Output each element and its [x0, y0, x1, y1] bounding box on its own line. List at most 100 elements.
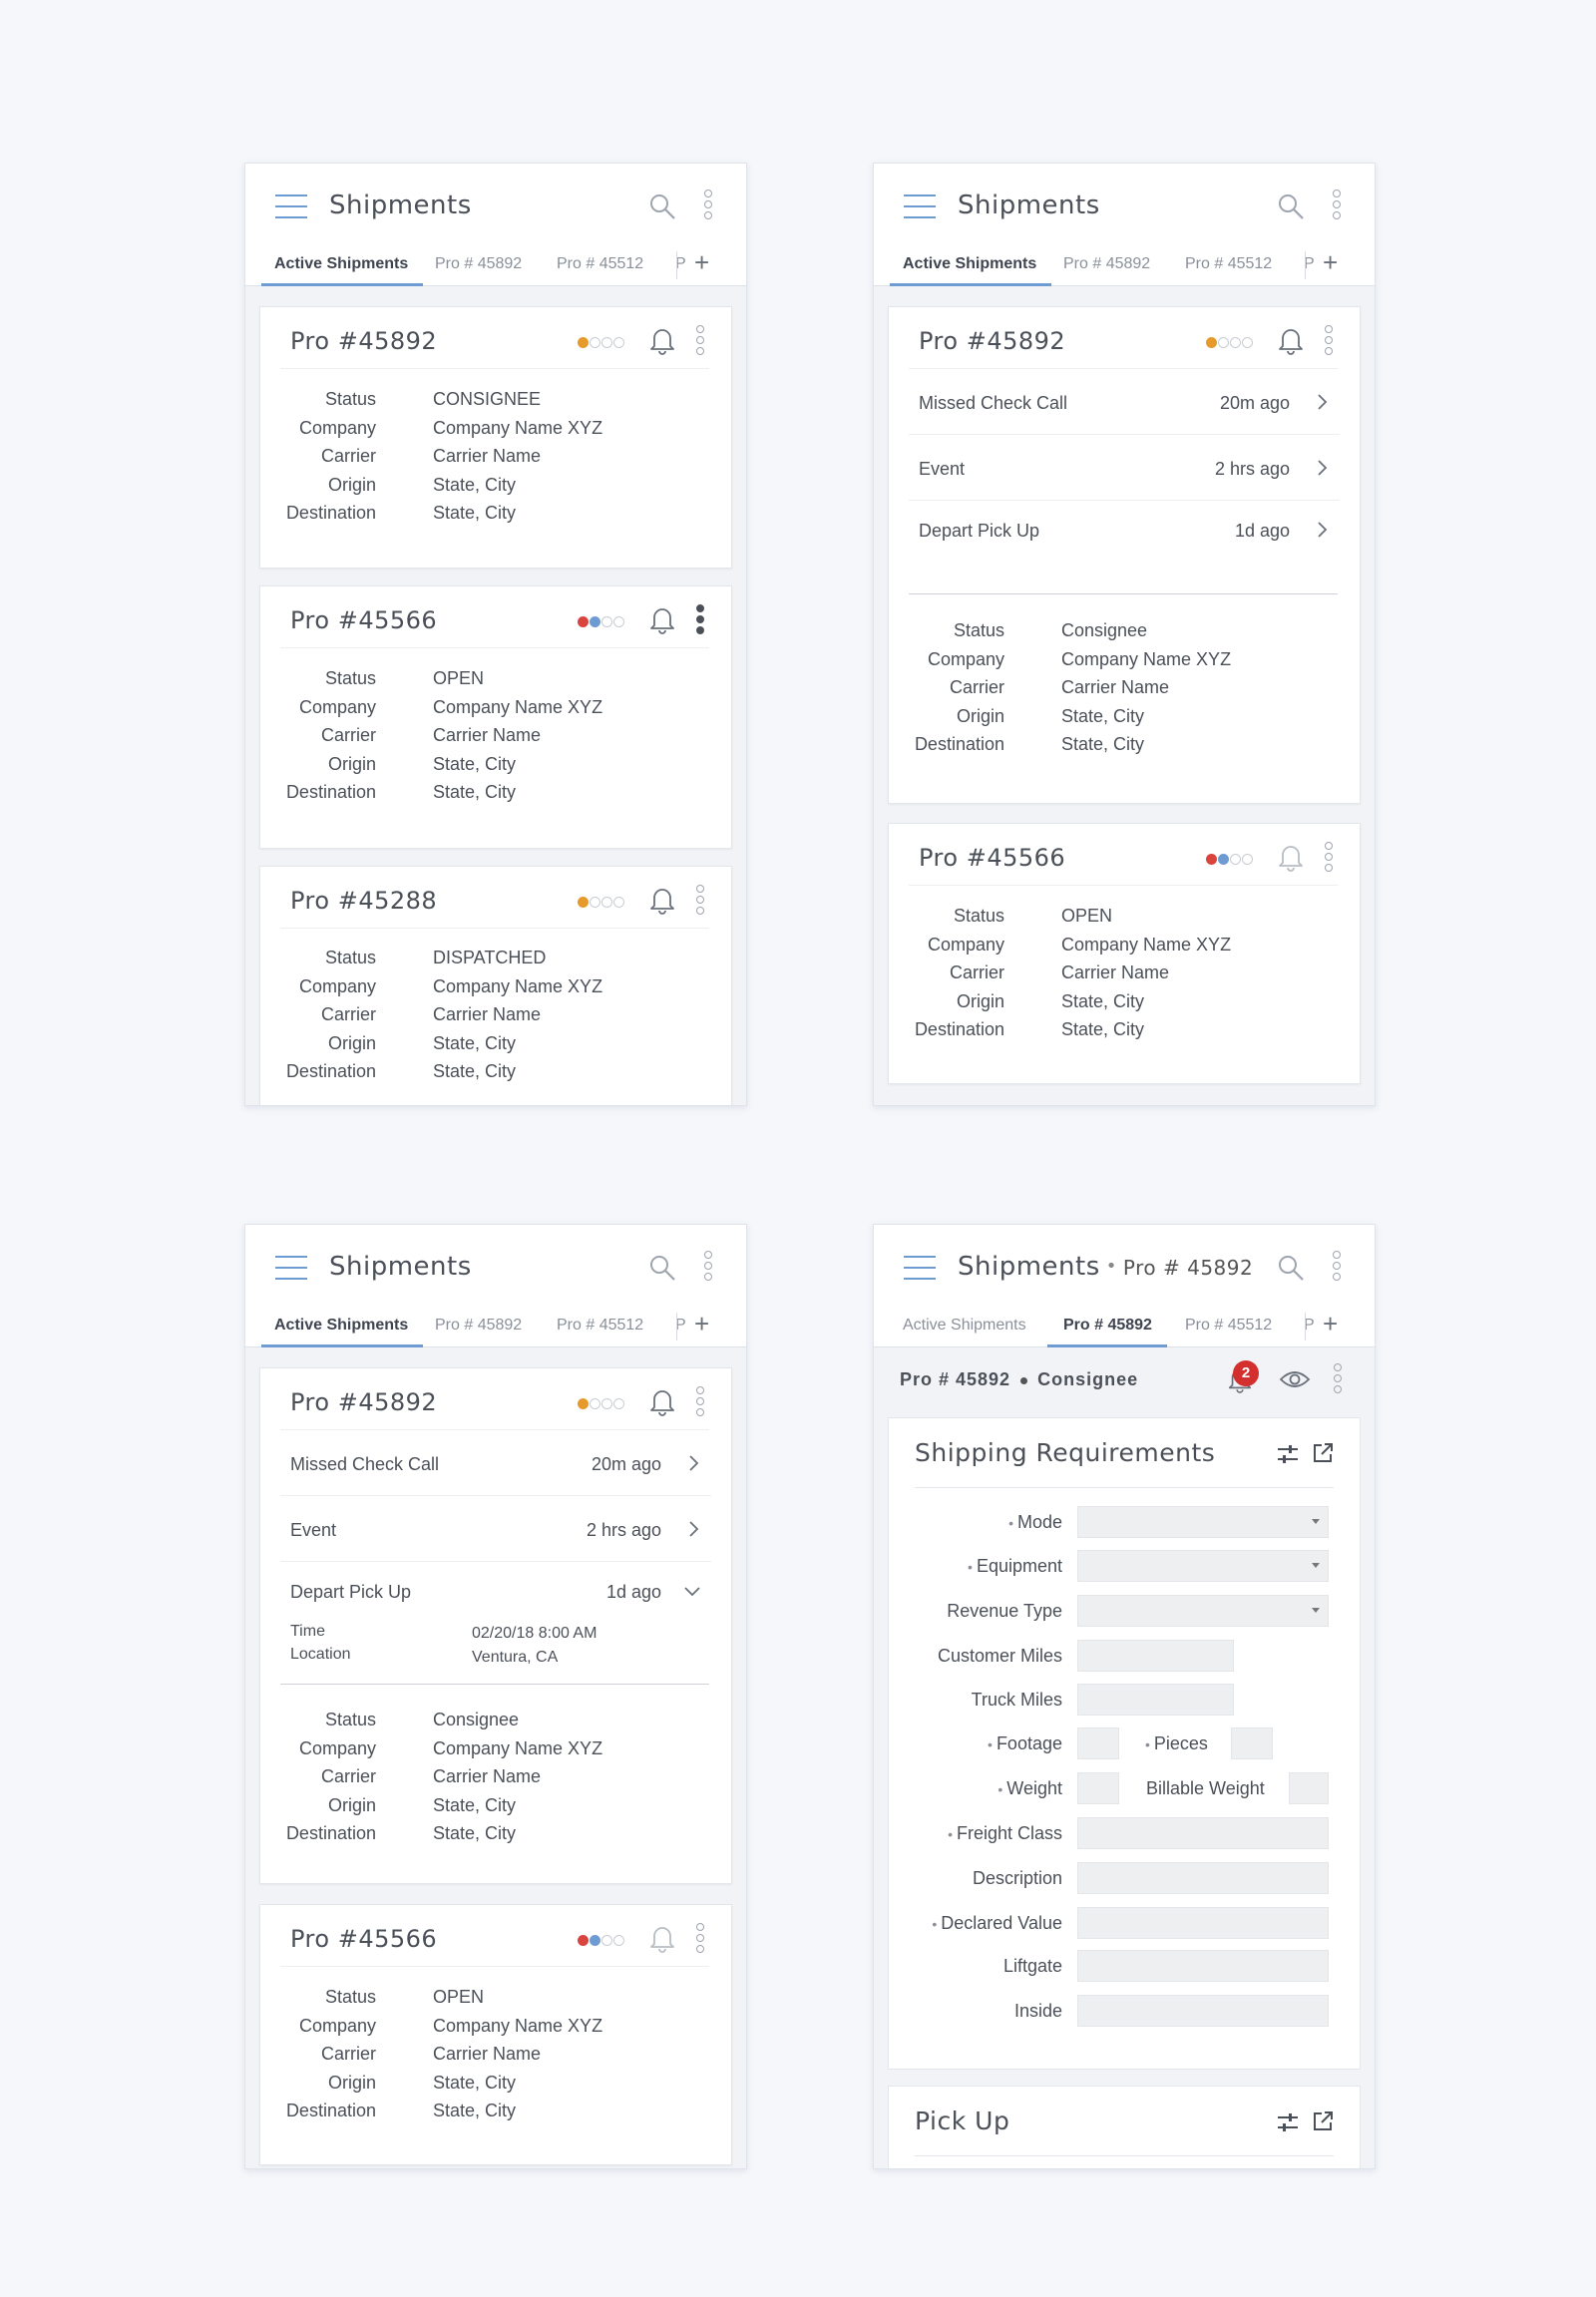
- card-menu-icon[interactable]: [695, 1386, 705, 1420]
- inside-input[interactable]: [1077, 1995, 1329, 2027]
- app-title: Shipments • Pro # 45892: [958, 1252, 1253, 1282]
- company-value: Company Name XYZ: [433, 1737, 603, 1758]
- shipment-card[interactable]: Pro #45566 Status OPEN Company Company Nam…: [259, 585, 732, 849]
- tab-active-shipments[interactable]: Active Shipments: [903, 1317, 1026, 1335]
- tab-active-shipments[interactable]: Active Shipments: [903, 255, 1036, 273]
- tab-pro-45512[interactable]: Pro # 45512: [557, 255, 643, 273]
- description-input[interactable]: [1077, 1862, 1329, 1894]
- bell-icon[interactable]: [1277, 842, 1305, 872]
- bell-icon[interactable]: [648, 325, 676, 355]
- open-external-icon[interactable]: [1312, 2110, 1334, 2132]
- card-menu-icon[interactable]: [695, 325, 705, 359]
- open-external-icon[interactable]: [1312, 1442, 1334, 1464]
- overflow-menu-icon[interactable]: [703, 190, 713, 223]
- bell-icon[interactable]: [648, 1386, 676, 1416]
- overflow-menu-icon[interactable]: [703, 1251, 713, 1285]
- event-time: 2 hrs ago: [1214, 459, 1290, 479]
- caret-down-icon: [1312, 1519, 1320, 1524]
- destination-value: State, City: [1061, 734, 1145, 755]
- tab-pro-45512[interactable]: Pro # 45512: [557, 1317, 643, 1335]
- sliders-icon[interactable]: [1276, 2110, 1300, 2134]
- search-icon[interactable]: [1276, 191, 1306, 221]
- bell-icon[interactable]: [648, 604, 676, 634]
- tab-pro-45892[interactable]: Pro # 45892: [1063, 255, 1150, 273]
- footage-input[interactable]: [1077, 1727, 1119, 1759]
- tab-pro-45892[interactable]: Pro # 45892: [435, 255, 522, 273]
- destination-label: Destination: [285, 2101, 376, 2121]
- equipment-select[interactable]: [1077, 1550, 1329, 1582]
- app-title: Shipments: [329, 1252, 472, 1282]
- tab-pro-45892[interactable]: Pro # 45892: [435, 1317, 522, 1335]
- origin-value: State, City: [433, 1032, 517, 1053]
- hamburger-menu-icon[interactable]: [904, 194, 936, 218]
- shipment-card[interactable]: Pro #45892 Status CONSIGNEE Company Compan…: [259, 306, 732, 569]
- details-list: Status DISPATCHED Company Company Name XYZ…: [280, 948, 719, 1090]
- company-label: Company: [298, 1737, 376, 1758]
- event-row[interactable]: Event 2 hrs ago: [909, 435, 1340, 501]
- event-label: Missed Check Call: [919, 393, 1068, 413]
- card-menu-icon[interactable]: [695, 885, 705, 919]
- equipment-label: • Equipment: [968, 1556, 1062, 1577]
- hamburger-menu-icon[interactable]: [904, 1256, 936, 1280]
- shipment-card-expanded[interactable]: Pro #45892 Missed Check Call 20m ago Eve…: [888, 306, 1361, 804]
- card-menu-icon[interactable]: [695, 1923, 705, 1957]
- overflow-menu-icon[interactable]: [1332, 1251, 1342, 1285]
- hamburger-menu-icon[interactable]: [275, 1256, 307, 1280]
- shipment-card[interactable]: Pro #45566 Status OPEN Company Company Nam…: [888, 823, 1361, 1084]
- mode-select[interactable]: [1077, 1506, 1329, 1538]
- origin-value: State, City: [433, 474, 517, 495]
- tab-active-shipments[interactable]: Active Shipments: [274, 1317, 408, 1335]
- add-tab-button[interactable]: +: [1323, 247, 1338, 278]
- event-row[interactable]: Missed Check Call 20m ago: [909, 369, 1340, 435]
- weight-input[interactable]: [1077, 1772, 1119, 1804]
- event-row[interactable]: Depart Pick Up 1d ago: [909, 497, 1340, 563]
- card-header: Pro #45892: [909, 307, 1338, 369]
- bell-icon[interactable]: [648, 1923, 676, 1953]
- event-row[interactable]: Event 2 hrs ago: [280, 1496, 711, 1562]
- card-title: Pro #45566: [290, 1925, 438, 1953]
- add-tab-button[interactable]: +: [694, 247, 709, 278]
- declared-value-input[interactable]: [1077, 1907, 1329, 1939]
- card-menu-icon[interactable]: [1324, 325, 1334, 359]
- add-tab-button[interactable]: +: [1323, 1309, 1338, 1340]
- notification-badge: 2: [1233, 1360, 1259, 1386]
- bell-icon[interactable]: [648, 885, 676, 915]
- hamburger-menu-icon[interactable]: [275, 194, 307, 218]
- tab-bar: Active Shipments Pro # 45892 Pro # 45512…: [245, 1303, 746, 1347]
- event-label: Depart Pick Up: [919, 521, 1040, 541]
- required-mark: •: [988, 1736, 993, 1753]
- freight-class-input[interactable]: [1077, 1817, 1329, 1849]
- eye-icon[interactable]: [1279, 1367, 1311, 1391]
- shipment-card[interactable]: Pro #45288 Status DISPATCHED Company Compa…: [259, 866, 732, 1105]
- tab-pro-45892[interactable]: Pro # 45892: [1063, 1317, 1152, 1335]
- shipment-card[interactable]: Pro #45566 Status OPEN Company Company Nam…: [259, 1904, 732, 2165]
- truck-miles-input[interactable]: [1077, 1684, 1234, 1716]
- company-value: Company Name XYZ: [433, 417, 603, 438]
- sliders-icon[interactable]: [1276, 1442, 1300, 1466]
- tab-active-shipments[interactable]: Active Shipments: [274, 255, 408, 273]
- customer-miles-input[interactable]: [1077, 1640, 1234, 1672]
- card-menu-icon[interactable]: [695, 604, 705, 638]
- tab-pro-45512[interactable]: Pro # 45512: [1185, 255, 1272, 273]
- bell-icon[interactable]: [1277, 325, 1305, 355]
- card-menu-icon[interactable]: [1324, 842, 1334, 876]
- search-icon[interactable]: [1276, 1253, 1306, 1283]
- carrier-value: Carrier Name: [433, 1766, 542, 1787]
- status-dots: [578, 337, 625, 349]
- origin-value: State, City: [1061, 990, 1145, 1011]
- billable-weight-input[interactable]: [1289, 1772, 1329, 1804]
- chevron-right-icon: [689, 1455, 699, 1471]
- event-row[interactable]: Missed Check Call 20m ago: [280, 1430, 711, 1496]
- overflow-menu-icon[interactable]: [1332, 190, 1342, 223]
- add-tab-button[interactable]: +: [694, 1309, 709, 1340]
- shipment-card-expanded[interactable]: Pro #45892 Missed Check Call 20m ago Eve…: [259, 1367, 732, 1884]
- search-icon[interactable]: [647, 191, 677, 221]
- tab-pro-45512[interactable]: Pro # 45512: [1185, 1317, 1272, 1335]
- company-value: Company Name XYZ: [1061, 934, 1232, 955]
- search-icon[interactable]: [647, 1253, 677, 1283]
- detail-menu-icon[interactable]: [1333, 1363, 1343, 1397]
- destination-value: State, City: [433, 503, 517, 524]
- pieces-input[interactable]: [1231, 1727, 1273, 1759]
- revenue-type-select[interactable]: [1077, 1595, 1329, 1627]
- liftgate-input[interactable]: [1077, 1950, 1329, 1982]
